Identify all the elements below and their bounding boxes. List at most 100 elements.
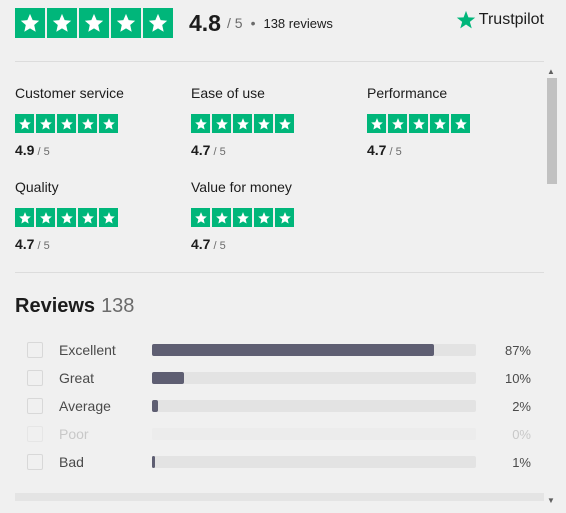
star-icon [143, 8, 173, 38]
filter-label: Great [59, 370, 95, 386]
rating-bar-fill [152, 400, 159, 412]
star-icon [15, 208, 34, 227]
star-icon [388, 114, 407, 133]
rating-bar-fill [152, 344, 434, 356]
category-score: 4.7/ 5 [191, 236, 361, 252]
star-icon [430, 114, 449, 133]
star-icon [15, 8, 45, 38]
star-icon [233, 208, 252, 227]
category-customer-service: Customer service 4.9/ 5 [15, 85, 185, 158]
rating-percent: 0% [512, 426, 531, 442]
filter-checkbox[interactable] [27, 454, 43, 470]
vertical-scrollbar[interactable]: ▲ ▼ [544, 64, 558, 513]
category-name: Ease of use [191, 85, 265, 101]
filter-label: Excellent [59, 342, 116, 358]
details-panel[interactable]: Customer service 4.9/ 5 Ease of use 4.7/… [0, 61, 546, 513]
separator-dot: • [250, 15, 256, 31]
star-icon [191, 208, 210, 227]
filter-checkbox [27, 426, 43, 442]
star-icon [36, 208, 55, 227]
section-divider [15, 493, 544, 501]
category-stars [15, 114, 185, 133]
category-out-of: / 5 [389, 146, 402, 158]
category-score: 4.9/ 5 [15, 142, 185, 158]
trustpilot-name: Trustpilot [478, 11, 544, 28]
category-out-of: / 5 [213, 240, 226, 252]
category-score: 4.7/ 5 [15, 236, 185, 252]
category-value-for-money: Value for money 4.7/ 5 [191, 179, 361, 252]
star-icon [57, 208, 76, 227]
category-stars [15, 208, 185, 227]
rating-bar-track [152, 456, 476, 468]
overall-out-of: / 5 [226, 15, 243, 31]
filter-row-bad[interactable]: Bad 1% [27, 453, 537, 471]
star-icon [409, 114, 428, 133]
category-out-of: / 5 [37, 146, 50, 158]
star-icon [451, 114, 470, 133]
star-icon [15, 114, 34, 133]
scroll-down-icon[interactable]: ▼ [544, 493, 558, 507]
star-icon [99, 208, 118, 227]
star-icon [111, 8, 141, 38]
category-name: Quality [15, 179, 59, 195]
star-icon [367, 114, 386, 133]
star-icon [99, 114, 118, 133]
star-icon [78, 114, 97, 133]
star-icon [57, 114, 76, 133]
star-icon [79, 8, 109, 38]
overall-stars [15, 8, 173, 38]
category-stars [191, 208, 361, 227]
rating-summary: 4.8 / 5 • 138 reviews Trustpilot [15, 8, 551, 38]
rating-bar-track [152, 344, 476, 356]
filter-label: Average [59, 398, 111, 414]
category-score: 4.7/ 5 [191, 142, 361, 158]
filter-row-poor: Poor 0% [27, 425, 537, 443]
filter-checkbox[interactable] [27, 370, 43, 386]
filter-row-great[interactable]: Great 10% [27, 369, 537, 387]
filter-checkbox[interactable] [27, 342, 43, 358]
star-icon [47, 8, 77, 38]
category-score-value: 4.9 [15, 142, 35, 158]
star-icon [275, 114, 294, 133]
filter-row-average[interactable]: Average 2% [27, 397, 537, 415]
divider [15, 272, 544, 273]
rating-percent: 2% [512, 398, 531, 414]
rating-bar-track [152, 400, 476, 412]
category-stars [367, 114, 537, 133]
trustpilot-logo[interactable]: Trustpilot [456, 10, 544, 30]
rating-bar-fill [152, 456, 156, 468]
reviews-heading: Reviews 138 [15, 295, 134, 318]
star-icon [191, 114, 210, 133]
reviews-title: Reviews [15, 295, 96, 317]
overall-score: 4.8 [189, 9, 221, 36]
rating-bar-track [152, 428, 476, 440]
category-name: Customer service [15, 85, 124, 101]
filter-checkbox[interactable] [27, 398, 43, 414]
divider [15, 61, 544, 62]
rating-percent: 87% [504, 342, 531, 358]
category-name: Performance [367, 85, 448, 101]
scroll-up-icon[interactable]: ▲ [544, 64, 558, 78]
category-out-of: / 5 [37, 240, 50, 252]
category-score-value: 4.7 [367, 142, 387, 158]
scrollbar-thumb[interactable] [547, 78, 557, 184]
category-out-of: / 5 [213, 146, 226, 158]
category-name: Value for money [191, 179, 292, 195]
star-icon [233, 114, 252, 133]
category-stars [191, 114, 361, 133]
category-quality: Quality 4.7/ 5 [15, 179, 185, 252]
filter-row-excellent[interactable]: Excellent 87% [27, 341, 537, 359]
trustpilot-star-icon [456, 10, 475, 29]
star-icon [275, 208, 294, 227]
category-score-value: 4.7 [191, 142, 211, 158]
star-icon [212, 208, 231, 227]
category-score-value: 4.7 [15, 236, 35, 252]
star-icon [212, 114, 231, 133]
category-score: 4.7/ 5 [367, 142, 537, 158]
rating-percent: 10% [504, 370, 531, 386]
star-icon [78, 208, 97, 227]
star-icon [36, 114, 55, 133]
category-score-value: 4.7 [191, 236, 211, 252]
category-performance: Performance 4.7/ 5 [367, 85, 537, 158]
category-ease-of-use: Ease of use 4.7/ 5 [191, 85, 361, 158]
